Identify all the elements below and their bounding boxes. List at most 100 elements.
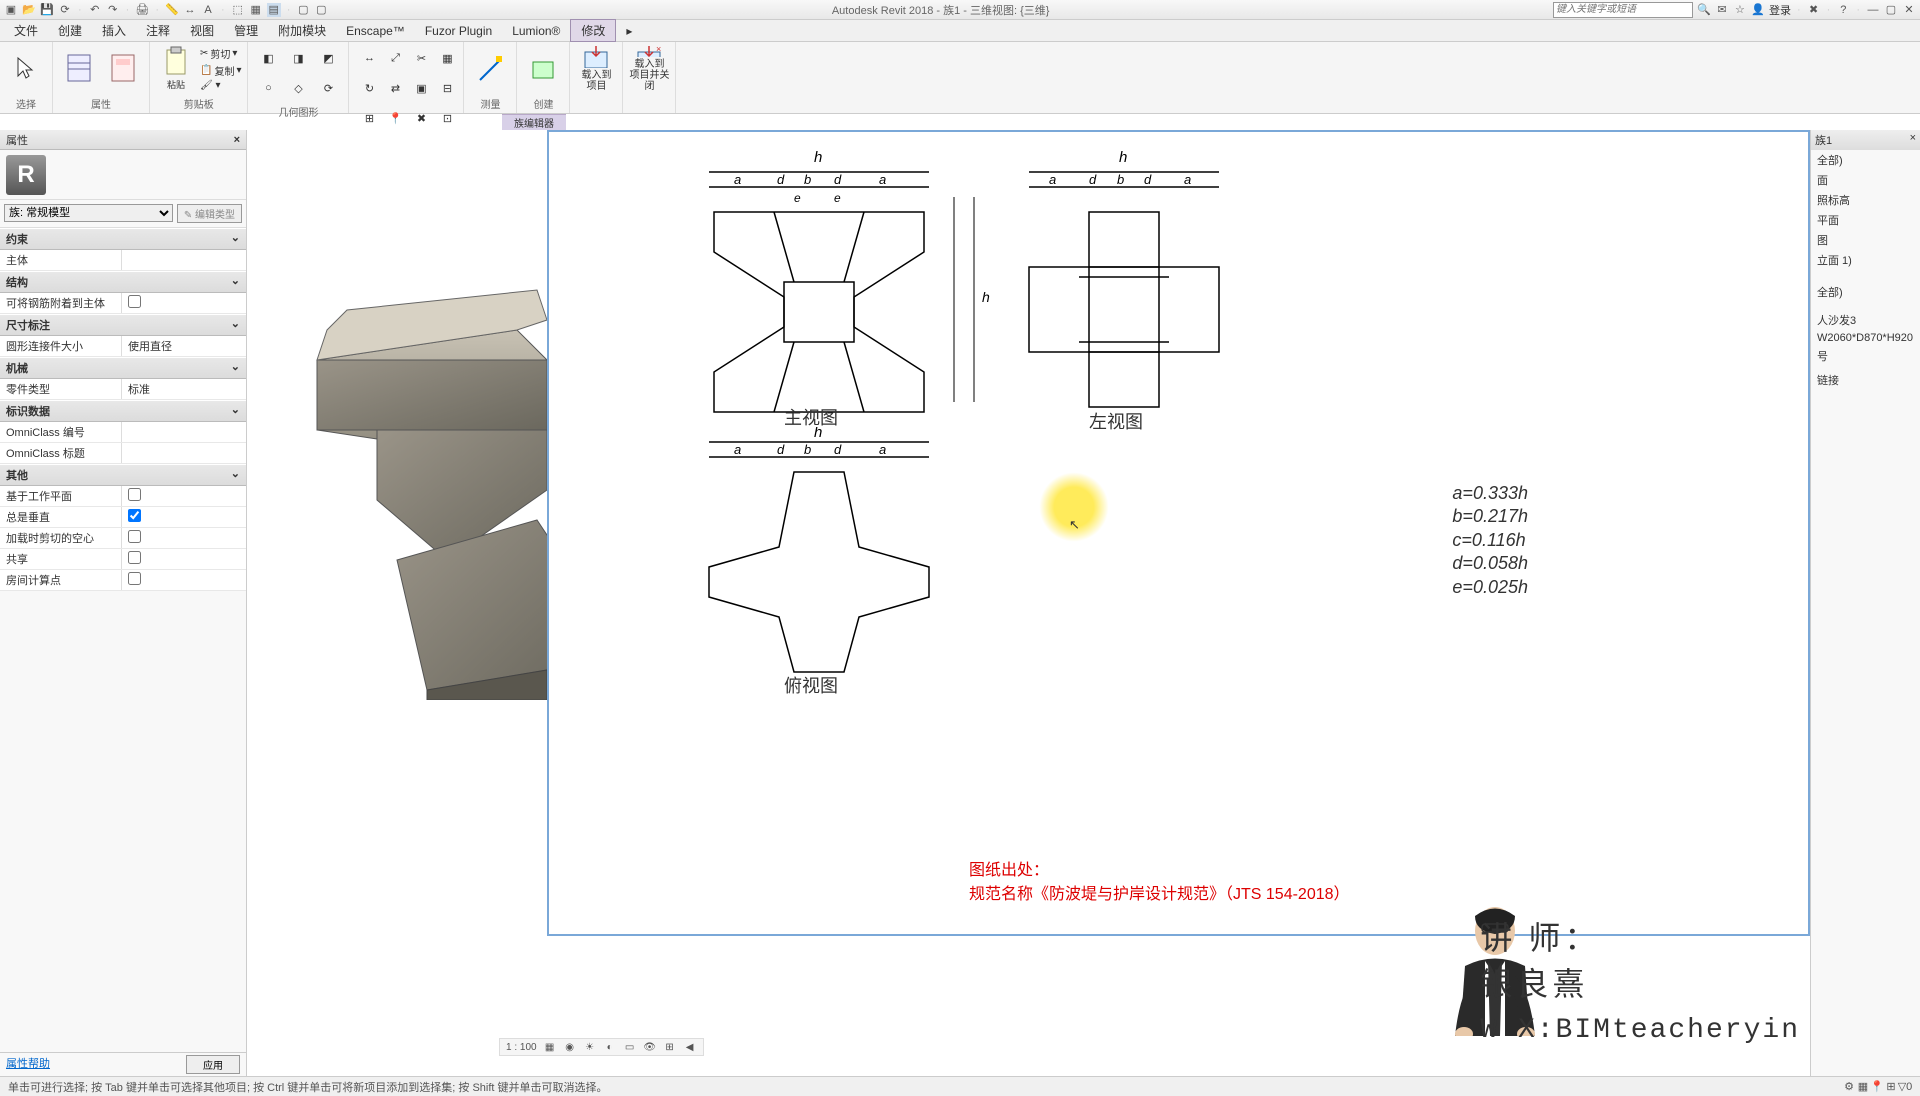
properties-help-link[interactable]: 属性帮助 (6, 1055, 50, 1074)
undo-icon[interactable]: ↶ (88, 3, 102, 17)
geo-btn-1[interactable]: ◧ (254, 44, 282, 72)
browser-item[interactable]: 人沙发3 (1811, 310, 1920, 330)
close-icon[interactable]: ▢ (314, 3, 328, 17)
prop-value[interactable] (122, 486, 246, 506)
geo-btn-2[interactable]: ◨ (284, 44, 312, 72)
menu-item-Lumion®[interactable]: Lumion® (502, 22, 570, 40)
open-icon[interactable]: 📂 (22, 3, 36, 17)
mod-btn-3[interactable]: ✂ (407, 44, 435, 72)
menu-item-Enscape™[interactable]: Enscape™ (336, 22, 415, 40)
geo-btn-6[interactable]: ⟳ (314, 74, 342, 102)
sb-icon-1[interactable]: ⚙ (1842, 1080, 1856, 1094)
prop-value[interactable] (122, 570, 246, 590)
mod-btn-4[interactable]: ▦ (433, 44, 461, 72)
apply-button[interactable]: 应用 (186, 1055, 240, 1074)
prop-checkbox[interactable] (128, 572, 141, 585)
load-close-button[interactable]: × 载入到项目并关闭 (629, 44, 669, 92)
save-icon[interactable]: 💾 (40, 3, 54, 17)
select-button[interactable] (6, 44, 46, 92)
prop-value[interactable] (122, 293, 246, 313)
menu-item-修改[interactable]: 修改 (570, 19, 616, 42)
comm-icon[interactable]: ✉ (1715, 3, 1729, 17)
mod-btn-6[interactable]: ⇄ (381, 74, 409, 102)
restore-icon[interactable]: ▢ (1884, 3, 1898, 17)
mod-btn-2[interactable]: ⤢ (381, 44, 409, 72)
edit-type-button[interactable]: ✎ 编辑类型 (177, 204, 242, 223)
type-selector[interactable]: 族: 常规模型 (4, 204, 173, 222)
search-input[interactable] (1553, 2, 1693, 18)
browser-item[interactable]: 全部) (1811, 150, 1920, 170)
menu-item-注释[interactable]: 注释 (136, 20, 180, 41)
sb-icon-5[interactable]: ▽0 (1898, 1080, 1912, 1094)
close-app-icon[interactable]: ✕ (1902, 3, 1916, 17)
vc-visual-icon[interactable]: ◉ (563, 1040, 577, 1054)
prop-section-标识数据[interactable]: 标识数据⌄ (0, 400, 246, 422)
mod-btn-5[interactable]: ↻ (355, 74, 383, 102)
redo-icon[interactable]: ↷ (106, 3, 120, 17)
browser-item[interactable]: 链接 (1811, 370, 1920, 390)
menu-item-管理[interactable]: 管理 (224, 20, 268, 41)
menu-item-文件[interactable]: 文件 (4, 20, 48, 41)
match-button[interactable]: 🖌 ▾ (200, 80, 241, 91)
vc-hide-icon[interactable]: 👁 (643, 1040, 657, 1054)
viewport[interactable]: h a d b d a e e (247, 130, 1810, 1076)
menu-item-Fuzor Plugin[interactable]: Fuzor Plugin (415, 22, 502, 40)
browser-item[interactable]: 照标高 (1811, 190, 1920, 210)
menu-item-附加模块[interactable]: 附加模块 (268, 20, 336, 41)
copy-button[interactable]: 📋 复制 ▾ (200, 63, 241, 78)
properties-close-icon[interactable]: × (234, 134, 240, 146)
prop-value[interactable]: 标准 (122, 379, 246, 399)
prop-value[interactable] (122, 528, 246, 548)
geo-btn-5[interactable]: ◇ (284, 74, 312, 102)
create-button[interactable] (523, 44, 563, 92)
prop-value[interactable]: 使用直径 (122, 336, 246, 356)
vc-shadow-icon[interactable]: ◐ (603, 1040, 617, 1054)
section-icon[interactable]: ▦ (249, 3, 263, 17)
type-props-button[interactable] (103, 44, 143, 92)
prop-checkbox[interactable] (128, 488, 141, 501)
prop-section-结构[interactable]: 结构⌄ (0, 271, 246, 293)
prop-section-尺寸标注[interactable]: 尺寸标注⌄ (0, 314, 246, 336)
menu-item-创建[interactable]: 创建 (48, 20, 92, 41)
vc-left-icon[interactable]: ◀ (683, 1040, 697, 1054)
menu-item-视图[interactable]: 视图 (180, 20, 224, 41)
prop-value[interactable] (122, 443, 246, 463)
mod-btn-7[interactable]: ▣ (407, 74, 435, 102)
print-icon[interactable]: 🖨 (135, 3, 149, 17)
mod-btn-8[interactable]: ⊟ (433, 74, 461, 102)
geo-btn-3[interactable]: ◩ (314, 44, 342, 72)
browser-item[interactable]: 立面 1) (1811, 250, 1920, 270)
vc-crop-icon[interactable]: ▭ (623, 1040, 637, 1054)
measure-icon[interactable]: 📏 (165, 3, 179, 17)
geo-btn-4[interactable]: ○ (254, 74, 282, 102)
search-icon[interactable]: 🔍 (1697, 3, 1711, 17)
scale-label[interactable]: 1 : 100 (506, 1042, 537, 1053)
load-project-button[interactable]: 载入到项目 (576, 44, 616, 92)
menu-collapse-icon[interactable]: ▸ (616, 22, 642, 40)
prop-checkbox[interactable] (128, 551, 141, 564)
prop-value[interactable] (122, 250, 246, 270)
browser-item[interactable]: 平面 (1811, 210, 1920, 230)
cut-button[interactable]: ✂ 剪切 ▾ (200, 46, 241, 61)
dim-icon[interactable]: ↔ (183, 3, 197, 17)
prop-checkbox[interactable] (128, 509, 141, 522)
menu-item-插入[interactable]: 插入 (92, 20, 136, 41)
prop-value[interactable] (122, 422, 246, 442)
vc-sun-icon[interactable]: ☀ (583, 1040, 597, 1054)
vc-reveal-icon[interactable]: ⊞ (663, 1040, 677, 1054)
measure-button[interactable] (470, 44, 510, 92)
window-icon[interactable]: ▢ (296, 3, 310, 17)
prop-value[interactable] (122, 507, 246, 527)
prop-value[interactable] (122, 549, 246, 569)
sync-icon[interactable]: ⟳ (58, 3, 72, 17)
browser-item[interactable]: W2060*D870*H920 (1811, 330, 1920, 346)
prop-section-机械[interactable]: 机械⌄ (0, 357, 246, 379)
user-icon[interactable]: 👤 (1751, 3, 1765, 17)
mod-btn-1[interactable]: ↔ (355, 44, 383, 72)
login-link[interactable]: 登录 (1769, 2, 1791, 18)
browser-item[interactable]: 图 (1811, 230, 1920, 250)
exchange-icon[interactable]: ✖ (1807, 3, 1821, 17)
plan-icon[interactable]: ▤ (267, 3, 281, 17)
minimize-icon[interactable]: — (1866, 3, 1880, 17)
prop-section-其他[interactable]: 其他⌄ (0, 464, 246, 486)
